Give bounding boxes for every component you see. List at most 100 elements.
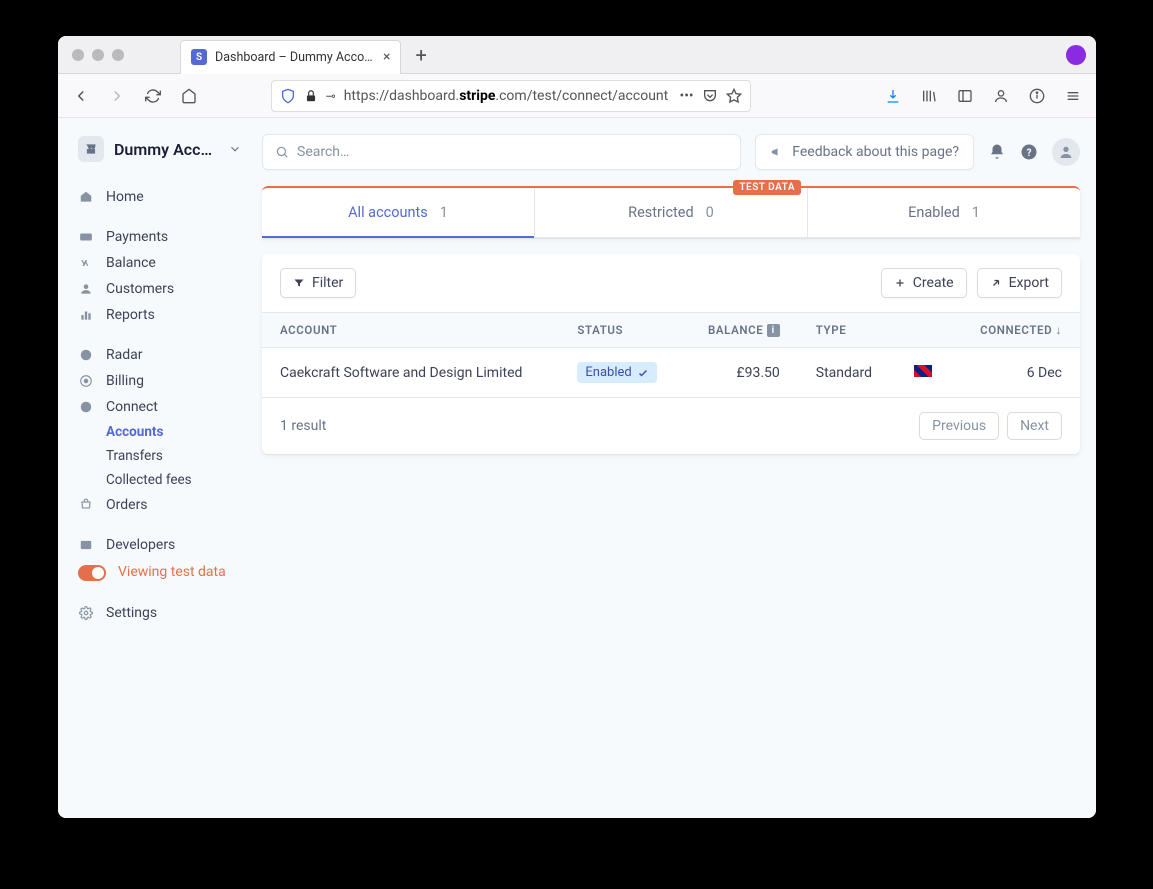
downloads-icon[interactable] — [878, 81, 908, 111]
tab-enabled[interactable]: Enabled 1 — [808, 188, 1080, 237]
tab-restricted[interactable]: TEST DATA Restricted0 — [535, 188, 808, 237]
sidebar-item-balance[interactable]: Balance — [76, 250, 242, 276]
browser-tabbar: S Dashboard – Dummy Account 2 × + — [58, 36, 1096, 74]
accounts-table: ACCOUNT STATUS BALANCE i TYPE CONNECTED … — [262, 312, 1080, 398]
sidebar-subitem-collected-fees[interactable]: Collected fees — [76, 468, 242, 492]
app-sidebar: Dummy Acco… Home Payments Balance Custom… — [58, 118, 254, 818]
sidebar-item-orders[interactable]: Orders — [76, 492, 242, 518]
tab-count: 1 — [440, 204, 448, 221]
sidebar-item-settings[interactable]: Settings — [76, 600, 242, 626]
create-button[interactable]: Create — [881, 268, 967, 298]
bookmark-icon[interactable] — [726, 88, 742, 104]
sidebar-item-reports[interactable]: Reports — [76, 302, 242, 328]
feedback-label: Feedback about this page? — [792, 144, 959, 160]
info-icon[interactable]: i — [767, 324, 780, 337]
browser-tab-active[interactable]: S Dashboard – Dummy Account 2 × — [180, 40, 401, 74]
col-connected[interactable]: CONNECTED ↓ — [954, 313, 1080, 348]
sidebar-item-customers[interactable]: Customers — [76, 276, 242, 302]
nav-forward-button — [102, 81, 132, 111]
export-button[interactable]: Export — [977, 268, 1062, 298]
main-content: Search… Feedback about this page? ? All … — [254, 118, 1096, 818]
url-bar[interactable]: ⊸ https://dashboard.stripe.com/test/conn… — [271, 80, 751, 112]
sidebar-label: Radar — [106, 347, 143, 363]
orders-icon — [78, 497, 94, 513]
traffic-light-close[interactable] — [72, 49, 84, 61]
cell-account: Caekcraft Software and Design Limited — [262, 348, 559, 398]
user-avatar[interactable] — [1052, 138, 1080, 166]
search-input[interactable]: Search… — [262, 134, 741, 170]
home-button[interactable] — [174, 81, 204, 111]
tab-count: 0 — [706, 204, 714, 221]
extension-badge[interactable] — [1066, 45, 1086, 65]
customers-icon — [78, 281, 94, 297]
info-icon[interactable] — [1022, 81, 1052, 111]
sidebar-item-connect[interactable]: Connect — [76, 394, 242, 420]
sidebar-item-billing[interactable]: Billing — [76, 368, 242, 394]
library-icon[interactable] — [914, 81, 944, 111]
table-row[interactable]: Caekcraft Software and Design Limited En… — [262, 348, 1080, 398]
radar-icon — [78, 347, 94, 363]
tab-all-accounts[interactable]: All accounts1 — [262, 188, 535, 237]
flag-gb-icon — [914, 365, 932, 377]
test-data-label: Viewing test data — [118, 563, 226, 581]
permissions-icon[interactable]: ⊸ — [326, 89, 336, 103]
help-icon[interactable]: ? — [1020, 143, 1038, 161]
window-controls — [58, 49, 138, 61]
sidebar-label: Home — [106, 189, 144, 205]
sidebar-item-developers[interactable]: Developers — [76, 532, 242, 558]
col-status: STATUS — [559, 313, 682, 348]
cell-status: Enabled — [559, 348, 682, 398]
nav-back-button[interactable] — [66, 81, 96, 111]
sidebar-label: Orders — [106, 497, 148, 513]
sidebar-subitem-accounts[interactable]: Accounts — [76, 420, 242, 444]
more-icon[interactable]: ••• — [679, 88, 693, 104]
sidebar-label: Billing — [106, 373, 144, 389]
next-button[interactable]: Next — [1007, 412, 1062, 440]
sidebar-label: Developers — [106, 537, 175, 553]
filter-button[interactable]: Filter — [280, 268, 356, 298]
close-icon[interactable]: × — [383, 49, 390, 65]
switch-on-icon[interactable] — [78, 565, 106, 581]
sidebar-label: Customers — [106, 281, 174, 297]
sidebar-label: Balance — [106, 255, 156, 271]
traffic-light-max[interactable] — [112, 49, 124, 61]
traffic-light-min[interactable] — [92, 49, 104, 61]
col-type: TYPE — [798, 313, 897, 348]
col-flag — [896, 313, 954, 348]
cell-type: Standard — [798, 348, 897, 398]
tab-count: 1 — [972, 204, 980, 221]
browser-toolbar: ⊸ https://dashboard.stripe.com/test/conn… — [58, 74, 1096, 118]
account-switcher[interactable]: Dummy Acco… — [76, 136, 242, 162]
sidebar-item-home[interactable]: Home — [76, 184, 242, 210]
reload-button[interactable] — [138, 81, 168, 111]
cell-balance: £93.50 — [683, 348, 798, 398]
megaphone-icon — [770, 145, 784, 159]
sidebar-subitem-transfers[interactable]: Transfers — [76, 444, 242, 468]
shield-icon — [280, 88, 296, 104]
connect-icon — [78, 399, 94, 415]
filter-icon — [293, 277, 305, 289]
check-icon — [637, 367, 649, 379]
developers-icon — [78, 537, 94, 553]
tab-label: Enabled — [908, 204, 960, 221]
sidebar-toggle-icon[interactable] — [950, 81, 980, 111]
sidebar-label: Settings — [106, 605, 157, 621]
profile-icon[interactable] — [986, 81, 1016, 111]
bell-icon[interactable] — [988, 143, 1006, 161]
sidebar-item-payments[interactable]: Payments — [76, 224, 242, 250]
payments-icon — [78, 229, 94, 245]
test-data-toggle[interactable]: Viewing test data — [76, 558, 242, 586]
favicon-stripe: S — [191, 49, 207, 65]
col-balance: BALANCE i — [683, 313, 798, 348]
menu-icon[interactable] — [1058, 81, 1088, 111]
feedback-button[interactable]: Feedback about this page? — [755, 134, 974, 170]
prev-button[interactable]: Previous — [919, 412, 999, 440]
balance-icon — [78, 255, 94, 271]
tab-label: Restricted — [628, 204, 694, 221]
sidebar-label: Payments — [106, 229, 168, 245]
new-tab-button[interactable]: + — [415, 45, 426, 65]
create-label: Create — [913, 275, 954, 291]
pocket-icon[interactable] — [702, 88, 718, 104]
url-text: https://dashboard.stripe.com/test/connec… — [344, 88, 672, 104]
sidebar-item-radar[interactable]: Radar — [76, 342, 242, 368]
